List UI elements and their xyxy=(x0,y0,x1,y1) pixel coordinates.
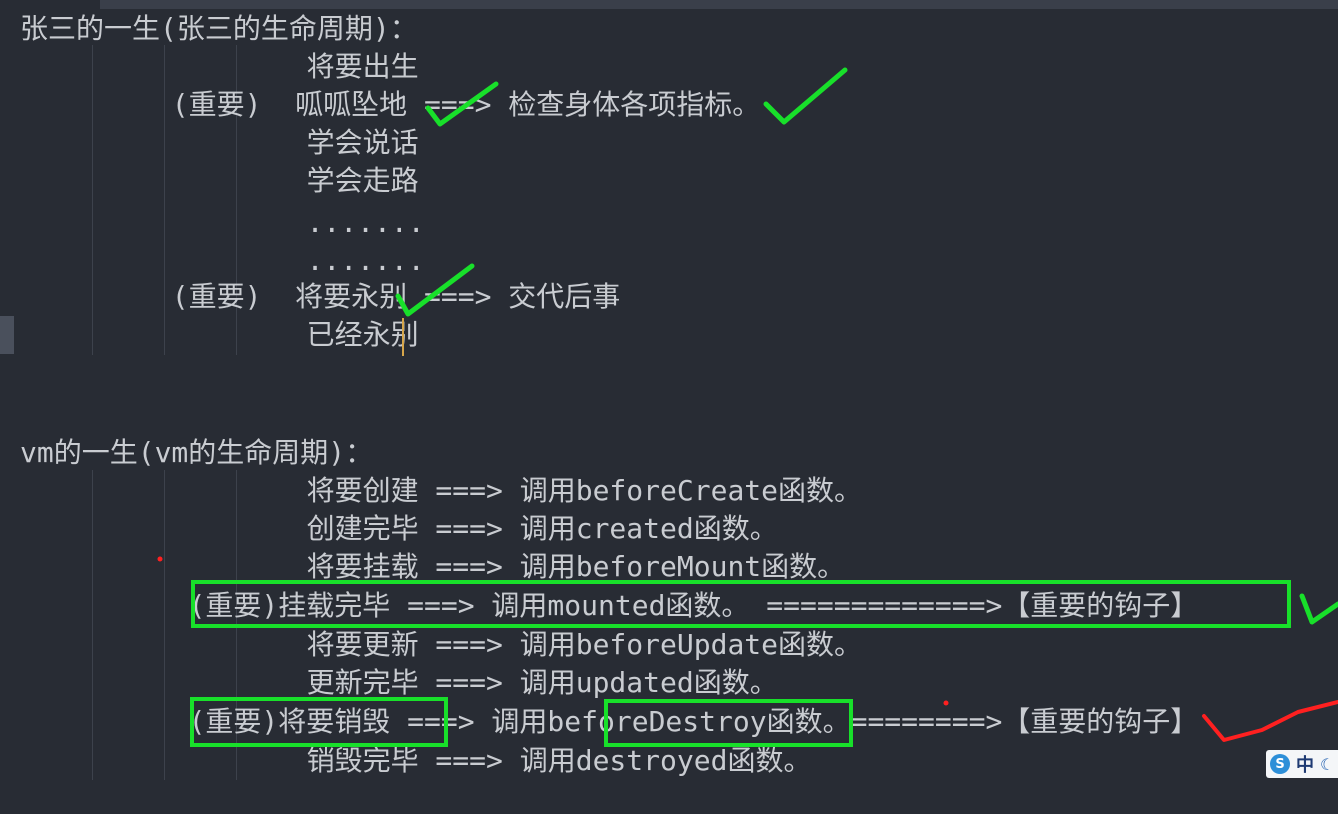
code-line[interactable]: (重要) 呱呱坠地 ===> 检查身体各项指标。 xyxy=(20,86,761,124)
code-line[interactable]: 创建完毕 ===> 调用created函数。 xyxy=(20,510,778,548)
code-line[interactable]: (重要) 将要永别 ===> 交代后事 xyxy=(20,278,621,316)
gutter-current-line-marker xyxy=(0,316,14,354)
text-cursor xyxy=(402,318,404,356)
code-line[interactable]: 学会走路 xyxy=(20,162,419,200)
red-underline-stroke xyxy=(1202,700,1338,742)
code-line[interactable]: 将要出生 xyxy=(20,48,419,86)
editor-canvas[interactable]: 张三的一生(张三的生命周期)： 将要出生 (重要) 呱呱坠地 ===> 检查身体… xyxy=(0,0,1338,814)
section-heading-vm[interactable]: vm的一生(vm的生命周期)： xyxy=(20,434,373,472)
code-line[interactable]: 将要更新 ===> 调用beforeUpdate函数。 xyxy=(20,626,862,664)
section-heading-person[interactable]: 张三的一生(张三的生命周期)： xyxy=(20,10,418,48)
sogou-logo-icon: S xyxy=(1270,754,1290,774)
editor-top-bar xyxy=(100,0,1338,9)
highlight-box-before-destroy-label xyxy=(190,697,448,747)
checkmark-icon xyxy=(763,67,848,125)
code-line[interactable]: 学会说话 xyxy=(20,124,419,162)
code-line[interactable]: 销毁完毕 ===> 调用destroyed函数。 xyxy=(20,742,812,780)
moon-icon: ☾ xyxy=(1320,754,1335,774)
checkmark-icon xyxy=(1299,593,1338,625)
code-line[interactable]: 已经永别 xyxy=(20,316,419,354)
ime-language-label: 中 xyxy=(1296,755,1314,776)
highlight-box-mounted-line xyxy=(191,580,1291,628)
code-line[interactable]: ....... xyxy=(20,242,425,280)
code-line[interactable]: 将要创建 ===> 调用beforeCreate函数。 xyxy=(20,472,862,510)
code-line[interactable]: ....... xyxy=(20,204,425,242)
ime-indicator[interactable]: S 中 ☾ xyxy=(1266,750,1338,778)
highlight-box-before-destroy-hook xyxy=(604,699,853,747)
